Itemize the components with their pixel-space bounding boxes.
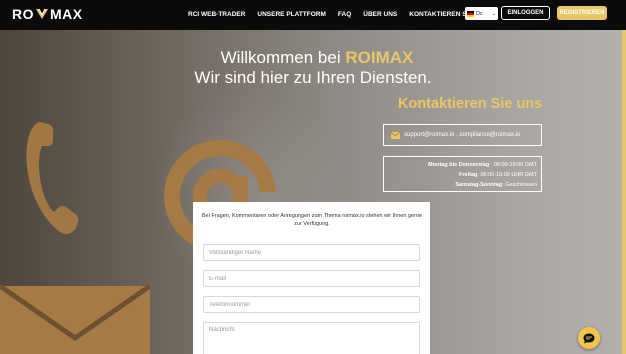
top-navbar: RO MAX RCI WEB-TRADER UNSERE PLATTFORM F… <box>0 0 626 30</box>
email-box: support@roimax.io , compliance@roimax.io <box>383 124 542 146</box>
opening-hours-box: Montag bis Donnerstag : 06:00-19:00 GMT … <box>383 156 542 192</box>
nav-link-about[interactable]: ÜBER UNS <box>363 11 397 18</box>
nav-link-faq[interactable]: FAQ <box>338 11 351 18</box>
hero-welcome: Willkommen bei <box>220 48 341 67</box>
message-field[interactable] <box>203 322 420 354</box>
hero-subtitle: Wir sind hier zu Ihren Diensten. <box>194 68 432 87</box>
name-field[interactable] <box>203 244 420 261</box>
contact-emails[interactable]: support@roimax.io , compliance@roimax.io <box>404 132 520 138</box>
hero-brand: ROIMAX <box>345 48 414 67</box>
logo-text-left: RO <box>12 6 34 22</box>
hours-row: Samstag-Sonntag: Geschlossen <box>455 182 537 188</box>
contact-form-card: Bei Fragen, Kommentaren oder Anregungen … <box>193 202 430 354</box>
logo-mark-icon <box>36 8 48 19</box>
phone-field[interactable] <box>203 296 420 313</box>
flag-de-icon <box>467 10 474 17</box>
nav-links: RCI WEB-TRADER UNSERE PLATTFORM FAQ ÜBER… <box>188 11 500 18</box>
phone-icon <box>26 122 79 235</box>
logo-text-right: MAX <box>50 6 83 22</box>
email-field[interactable] <box>203 270 420 287</box>
brand-logo[interactable]: RO MAX <box>12 6 83 22</box>
envelope-icon <box>0 283 150 354</box>
chat-icon <box>583 333 595 343</box>
register-button[interactable]: REGISTRIEREN <box>557 6 607 20</box>
hero-title: Willkommen bei ROIMAX <box>4 48 626 68</box>
contact-title: Kontaktieren Sie uns <box>398 96 543 112</box>
login-button[interactable]: EINLOGGEN <box>501 6 550 20</box>
hours-row: Montag bis Donnerstag : 06:00-19:00 GMT <box>428 162 537 168</box>
hours-row: Freitag: 06:00-16:00 UHR GMT <box>459 172 537 178</box>
language-code: Dc <box>476 10 483 17</box>
language-select[interactable]: Dc ⌄ <box>465 7 498 20</box>
mail-icon <box>391 131 400 139</box>
form-intro-text: Bei Fragen, Kommentaren oder Anregungen … <box>201 213 423 227</box>
chevron-down-icon: ⌄ <box>491 10 496 17</box>
nav-link-webtrader[interactable]: RCI WEB-TRADER <box>188 11 245 18</box>
chat-button[interactable] <box>578 327 600 349</box>
nav-link-platform[interactable]: UNSERE PLATTFORM <box>257 11 326 18</box>
